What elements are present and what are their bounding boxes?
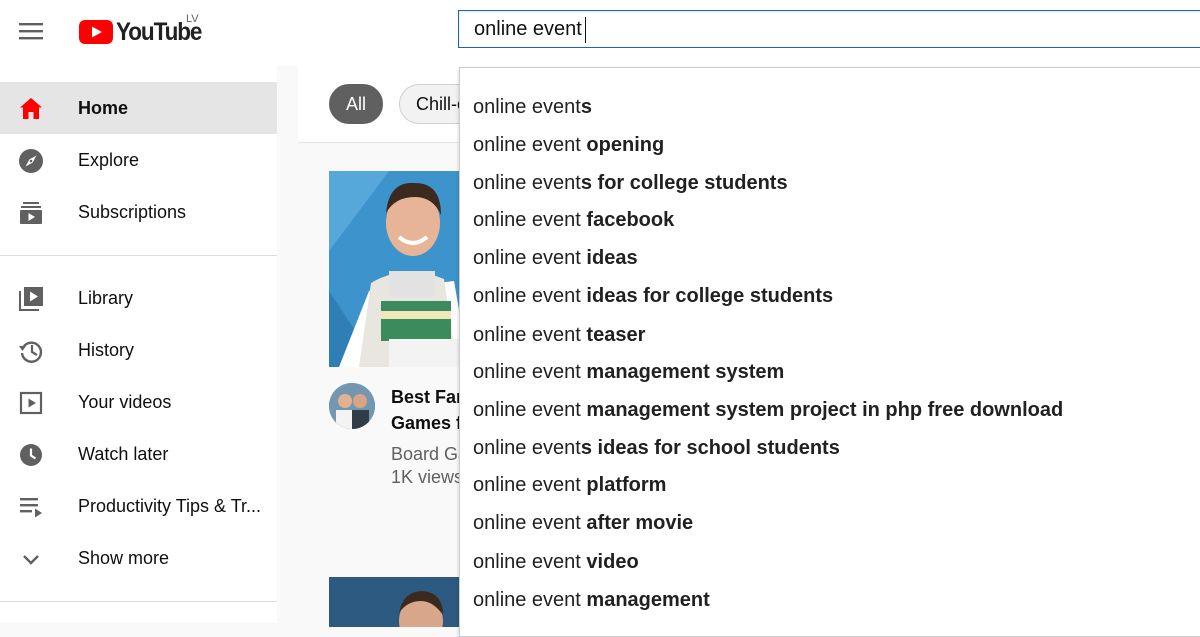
chevron-down-icon bbox=[23, 555, 39, 565]
video-title[interactable]: Best Far Games f bbox=[391, 384, 463, 436]
sidebar-item-label: Explore bbox=[78, 150, 140, 170]
search-suggestion[interactable]: online event management system project i… bbox=[460, 392, 1200, 428]
suggestion-typed: online event bbox=[473, 285, 581, 307]
sidebar-item-subscriptions[interactable]: Subscriptions bbox=[0, 186, 277, 238]
suggestion-typed: online event bbox=[473, 361, 581, 383]
search-suggestion[interactable]: online event opening bbox=[460, 127, 1200, 163]
video-view-count: 1K views bbox=[391, 467, 464, 487]
suggestion-typed: online event bbox=[473, 512, 581, 534]
sidebar-item-library[interactable]: Library bbox=[0, 272, 277, 324]
suggestion-completion: opening bbox=[580, 134, 665, 156]
search-suggestion[interactable]: online event after movie bbox=[460, 505, 1200, 541]
suggestion-completion: s bbox=[580, 96, 592, 118]
thumbnail-image bbox=[329, 171, 469, 367]
sidebar-item-label: Home bbox=[78, 98, 129, 118]
suggestion-typed: online event bbox=[473, 247, 581, 269]
suggestion-completion: management system project in php free do… bbox=[580, 399, 1064, 421]
logo-country-code: LV bbox=[186, 13, 199, 25]
suggestion-typed: online event bbox=[473, 551, 581, 573]
search-input[interactable] bbox=[474, 11, 1174, 47]
text-caret bbox=[585, 17, 586, 43]
video-title-line: Games f bbox=[391, 413, 463, 433]
history-icon bbox=[19, 341, 43, 363]
sidebar-item-home[interactable]: Home bbox=[0, 82, 277, 134]
guide-sidebar: Home Explore Subscriptions Library Histo… bbox=[0, 66, 277, 623]
sidebar-item-watch-later[interactable]: Watch later bbox=[0, 428, 277, 480]
channel-avatar[interactable] bbox=[329, 383, 375, 429]
suggestion-completion: ideas for college students bbox=[580, 285, 834, 307]
suggestion-typed: online event bbox=[473, 474, 581, 496]
suggestion-typed: online event bbox=[473, 209, 581, 231]
suggestion-completion: management bbox=[580, 589, 710, 611]
sidebar-item-explore[interactable]: Explore bbox=[0, 134, 277, 186]
suggestion-typed: online event bbox=[473, 134, 581, 156]
masthead: YouTube LV bbox=[0, 0, 1200, 66]
avatar-image bbox=[329, 383, 375, 429]
suggestion-typed: online event bbox=[473, 399, 581, 421]
sidebar-item-label: Library bbox=[78, 288, 134, 308]
suggestion-completion: after movie bbox=[580, 512, 694, 534]
playlist-icon bbox=[20, 498, 42, 518]
sidebar-item-label: Productivity Tips & Tr... bbox=[78, 496, 262, 516]
search-suggestion[interactable]: online events for college students bbox=[460, 165, 1200, 201]
search-suggestion[interactable]: online events ideas for school students bbox=[460, 430, 1200, 466]
suggestion-completion: platform bbox=[580, 474, 667, 496]
search-suggestion[interactable]: online event video bbox=[460, 544, 1200, 580]
suggestion-typed: online event bbox=[473, 172, 581, 194]
thumbnail-image bbox=[329, 577, 469, 627]
search-suggestion[interactable]: online event facebook bbox=[460, 202, 1200, 238]
suggestion-typed: online event bbox=[473, 96, 581, 118]
search-suggestion[interactable]: online event platform bbox=[460, 467, 1200, 503]
suggestion-completion: teaser bbox=[580, 324, 646, 346]
suggestion-completion: management system bbox=[580, 361, 785, 383]
search-suggestion[interactable]: online event teaser bbox=[460, 317, 1200, 353]
suggestion-completion: s for college students bbox=[580, 172, 788, 194]
subscriptions-icon bbox=[20, 202, 42, 224]
library-icon bbox=[19, 287, 43, 311]
sidebar-item-label: Subscriptions bbox=[78, 202, 187, 222]
video-thumbnail[interactable] bbox=[329, 171, 469, 367]
clock-icon bbox=[20, 444, 42, 466]
suggestion-completion: video bbox=[580, 551, 639, 573]
suggestion-typed: online event bbox=[473, 324, 581, 346]
suggestion-completion: ideas bbox=[580, 247, 638, 269]
sidebar-item-label: Show more bbox=[78, 548, 170, 568]
search-suggestion[interactable]: online event ideas for college students bbox=[460, 278, 1200, 314]
youtube-play-logo-icon bbox=[79, 20, 113, 44]
sidebar-item-playlist[interactable]: Productivity Tips & Tr... bbox=[0, 480, 277, 532]
sidebar-item-label: Watch later bbox=[78, 444, 169, 464]
video-channel-name[interactable]: Board Ga bbox=[391, 444, 468, 465]
sidebar-item-show-more[interactable]: Show more bbox=[0, 532, 277, 584]
youtube-logo[interactable]: YouTube LV bbox=[79, 13, 211, 50]
search-box[interactable] bbox=[458, 10, 1200, 48]
sidebar-divider bbox=[0, 255, 277, 256]
video-thumbnail[interactable] bbox=[329, 577, 469, 627]
compass-icon bbox=[19, 149, 43, 173]
guide-menu-button[interactable] bbox=[15, 17, 47, 45]
suggestion-completion: s ideas for school students bbox=[580, 437, 840, 459]
search-suggestions-dropdown: online events online event opening onlin… bbox=[459, 67, 1200, 637]
search-suggestion[interactable]: online event management system bbox=[460, 354, 1200, 390]
sidebar-item-label: History bbox=[78, 340, 135, 360]
search-suggestion[interactable]: online event management bbox=[460, 582, 1200, 618]
search-suggestion[interactable]: online events bbox=[460, 89, 1200, 125]
chip-all[interactable]: All bbox=[329, 84, 383, 124]
suggestion-typed: online event bbox=[473, 589, 581, 611]
sidebar-item-history[interactable]: History bbox=[0, 324, 277, 376]
sidebar-item-your-videos[interactable]: Your videos bbox=[0, 376, 277, 428]
hamburger-menu-icon bbox=[19, 23, 43, 40]
home-icon bbox=[20, 98, 42, 119]
sidebar-divider bbox=[0, 601, 277, 602]
search-suggestion[interactable]: online event ideas bbox=[460, 240, 1200, 276]
play-square-icon bbox=[19, 391, 43, 415]
suggestion-typed: online event bbox=[473, 437, 581, 459]
sidebar-item-label: Your videos bbox=[78, 392, 172, 412]
suggestion-completion: facebook bbox=[580, 209, 675, 231]
video-title-line: Best Far bbox=[391, 387, 463, 407]
